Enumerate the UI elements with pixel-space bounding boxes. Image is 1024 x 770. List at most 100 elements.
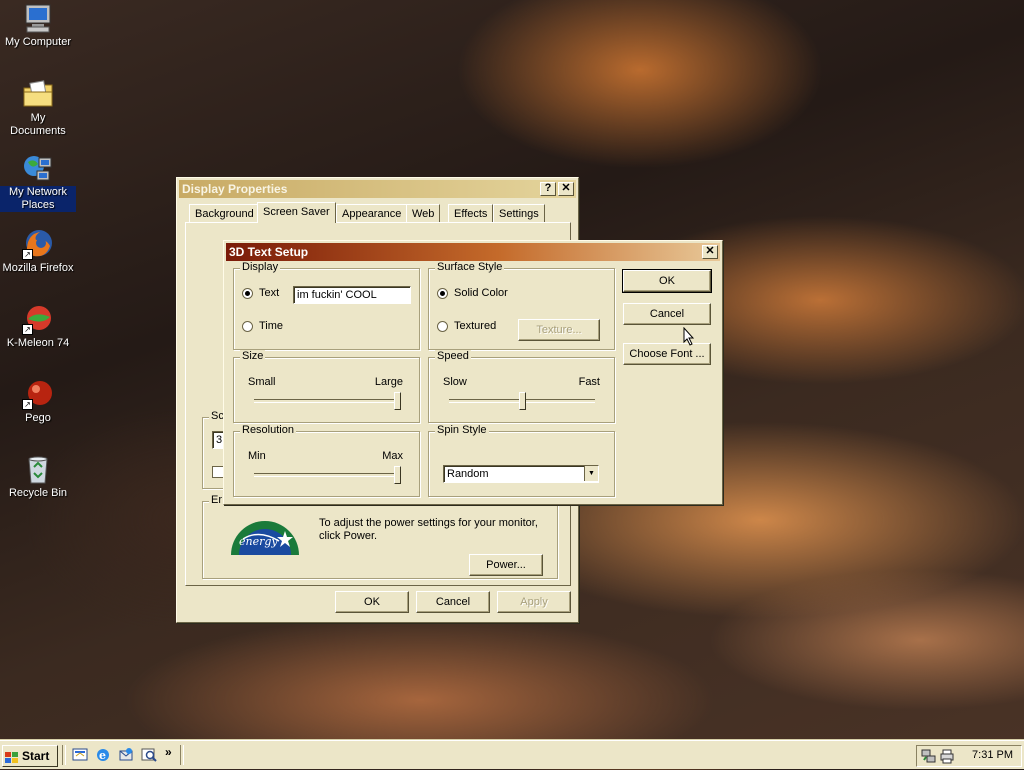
solid-color-radio[interactable] (437, 288, 448, 299)
size-slider[interactable] (394, 392, 401, 410)
ok-button[interactable]: OK (622, 269, 712, 293)
spin-style-value: Random (447, 468, 489, 480)
mouse-cursor-icon (683, 326, 697, 347)
apply-button[interactable]: Apply (497, 591, 571, 613)
spin-style-group: Spin Style Random ▼ (428, 424, 615, 497)
pego-icon: ↗ (22, 378, 54, 410)
solid-color-label: Solid Color (454, 287, 508, 299)
taskbar: Start e » 7:31 PM (0, 740, 1024, 769)
desktop-icon-firefox[interactable]: ↗ Mozilla Firefox (0, 228, 76, 275)
choose-font-button[interactable]: Choose Font ... (623, 343, 711, 365)
display-text-input[interactable]: im fuckin' COOL (293, 286, 411, 304)
folder-documents-icon (22, 78, 54, 110)
internet-explorer-icon[interactable]: e (95, 747, 111, 763)
energy-logo-text: energy (239, 535, 278, 548)
texture-button[interactable]: Texture... (518, 319, 600, 341)
resolution-group-title: Resolution (240, 424, 296, 436)
energy-star-logo: energy (229, 511, 301, 555)
recycle-bin-icon (22, 453, 54, 485)
spin-style-group-title: Spin Style (435, 424, 489, 436)
display-group-title: Display (240, 261, 281, 273)
desktop-icon-my-computer[interactable]: My Computer (0, 2, 76, 49)
desktop-icon-kmeleon[interactable]: ↗ K-Meleon 74 (0, 303, 76, 350)
power-button[interactable]: Power... (469, 554, 543, 576)
window-title: Display Properties (182, 182, 288, 196)
outlook-express-icon[interactable] (118, 747, 134, 763)
text-setup-dialog: 3D Text Setup ✕ Display Text im fuckin' … (223, 240, 723, 505)
desktop-icon-label: My Network Places (0, 186, 76, 212)
desktop-icon-label: Pego (25, 412, 51, 424)
cancel-button[interactable]: Cancel (623, 303, 711, 325)
start-button[interactable]: Start (2, 745, 58, 767)
close-button[interactable]: ✕ (558, 182, 574, 196)
energy-group: Er energy To adjust the power settings f… (202, 494, 558, 579)
tab-background[interactable]: Background (189, 204, 260, 223)
quick-launch-chevron[interactable]: » (165, 745, 172, 759)
tab-web[interactable]: Web (406, 204, 441, 223)
size-max-label: Large (374, 376, 403, 388)
tab-effects[interactable]: Effects (448, 204, 494, 223)
desktop-icon-recycle-bin[interactable]: Recycle Bin (0, 453, 76, 500)
tab-settings[interactable]: Settings (493, 204, 545, 223)
network-tray-icon[interactable] (921, 748, 937, 764)
resolution-slider[interactable] (394, 466, 401, 484)
desktop-icon-label: Mozilla Firefox (2, 262, 74, 274)
desktop-icon-label: My Documents (10, 112, 66, 137)
desktop-icon-label: My Computer (4, 36, 72, 48)
energy-group-title: Er (209, 494, 224, 506)
ok-button[interactable]: OK (335, 591, 409, 613)
computer-icon (22, 2, 54, 34)
dialog-title: 3D Text Setup (229, 245, 309, 259)
size-slider-track (254, 399, 400, 403)
chevron-down-icon[interactable]: ▼ (584, 466, 598, 481)
surface-style-group-title: Surface Style (435, 261, 505, 273)
speed-slider[interactable] (519, 392, 526, 410)
resolution-slider-track (254, 473, 400, 477)
size-group-title: Size (240, 350, 266, 362)
textured-radio[interactable] (437, 321, 448, 332)
size-group: Size Small Large (233, 350, 420, 423)
speed-group: Speed Slow Fast (428, 350, 615, 423)
search-icon[interactable] (141, 747, 157, 763)
speed-group-title: Speed (435, 350, 471, 362)
desktop-icon-my-documents[interactable]: My Documents (0, 78, 76, 138)
shortcut-arrow-icon: ↗ (22, 324, 33, 335)
firefox-icon: ↗ (22, 228, 54, 260)
resolution-min-label: Min (248, 450, 266, 462)
shortcut-arrow-icon: ↗ (22, 249, 33, 260)
kmeleon-icon: ↗ (22, 303, 54, 335)
tab-screen-saver[interactable]: Screen Saver (257, 202, 336, 223)
text-radio[interactable] (242, 288, 253, 299)
desktop-icon-pego[interactable]: ↗ Pego (0, 378, 76, 425)
tab-appearance[interactable]: Appearance (336, 204, 408, 223)
start-label: Start (22, 749, 50, 763)
display-properties-titlebar[interactable]: Display Properties ? ✕ (179, 180, 576, 198)
text-setup-titlebar[interactable]: 3D Text Setup ✕ (226, 243, 720, 261)
surface-style-group: Surface Style Solid Color Textured Textu… (428, 261, 615, 350)
desktop-icon-network-places[interactable]: My Network Places (0, 152, 76, 212)
cancel-button[interactable]: Cancel (416, 591, 490, 613)
desktop-icon-label: Recycle Bin (8, 487, 68, 499)
speed-min-label: Slow (443, 376, 467, 388)
spin-style-select[interactable]: Random ▼ (443, 465, 599, 483)
text-radio-label: Text (259, 287, 280, 299)
resolution-max-label: Max (382, 450, 403, 462)
windows-logo-icon (5, 750, 19, 763)
speed-max-label: Fast (578, 376, 600, 388)
printer-tray-icon[interactable] (939, 748, 955, 764)
close-button[interactable]: ✕ (702, 245, 718, 259)
network-places-icon (22, 152, 54, 184)
show-desktop-icon[interactable] (72, 747, 88, 763)
taskbar-separator (180, 745, 184, 765)
clock[interactable]: 7:31 PM (972, 749, 1013, 761)
textured-label: Textured (454, 320, 497, 332)
time-radio-label: Time (259, 320, 284, 332)
svg-text:e: e (99, 749, 106, 762)
shortcut-arrow-icon: ↗ (22, 399, 33, 410)
help-button[interactable]: ? (540, 182, 556, 196)
desktop-icon-label: K-Meleon 74 (6, 337, 70, 349)
taskbar-separator (62, 745, 66, 765)
energy-description: To adjust the power settings for your mo… (319, 517, 538, 542)
size-min-label: Small (248, 376, 276, 388)
time-radio[interactable] (242, 321, 253, 332)
